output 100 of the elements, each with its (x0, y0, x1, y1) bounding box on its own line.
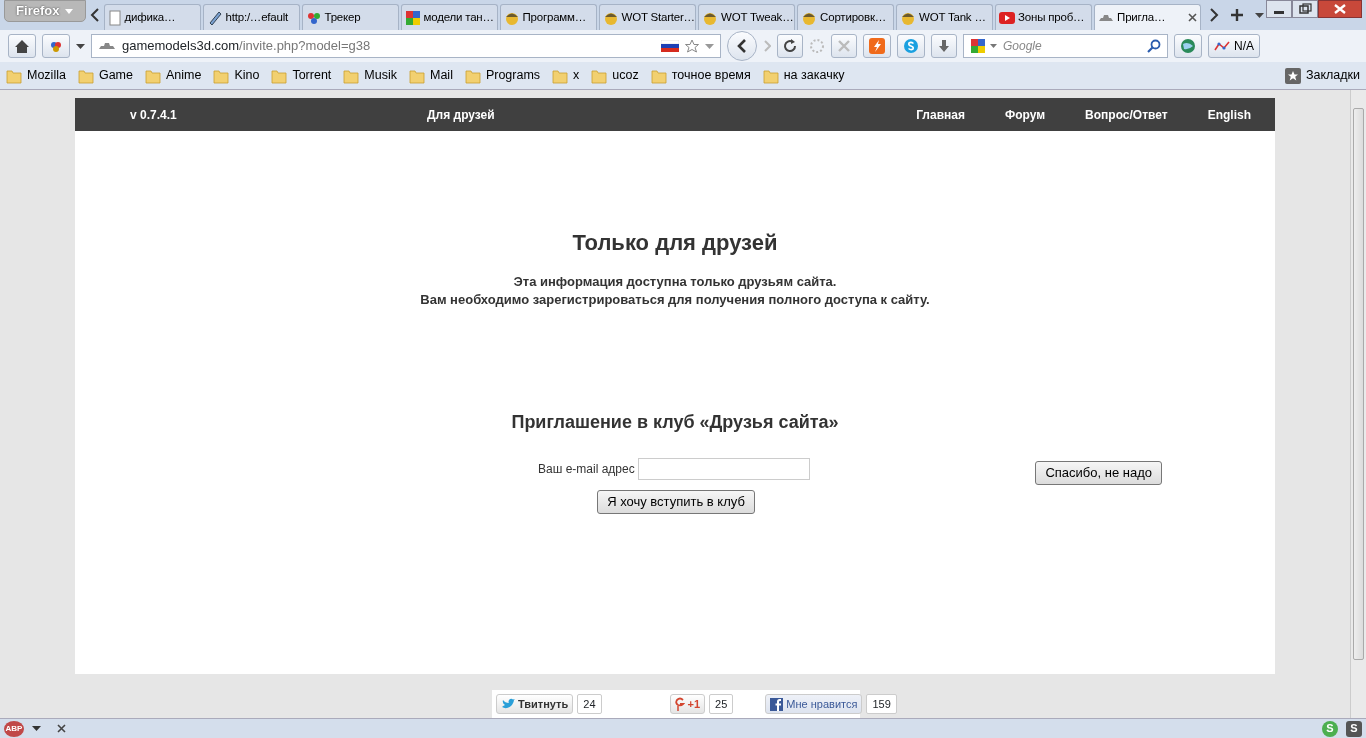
browser-tab[interactable]: Зоны проб… (995, 4, 1093, 30)
bookmarks-menu[interactable]: Закладки (1284, 66, 1360, 85)
folder-icon (464, 67, 481, 84)
home-icon (14, 38, 30, 54)
download-icon (937, 39, 951, 53)
invite-heading: Приглашение в клуб «Друзья сайта» (511, 411, 839, 434)
caret-icon[interactable] (32, 726, 41, 731)
scrollbar[interactable] (1350, 90, 1366, 718)
bookmark-folder[interactable]: Kino (213, 66, 260, 85)
rank-button[interactable]: N/A (1208, 34, 1260, 58)
tank-icon (1098, 12, 1115, 23)
document-icon (107, 9, 122, 26)
bookmark-folder[interactable]: Anime (144, 66, 202, 85)
page-heading: Только для друзей (572, 229, 778, 257)
addon-button[interactable] (42, 34, 70, 58)
home-button[interactable] (8, 34, 36, 58)
google-icon (970, 38, 986, 54)
share-count: 24 (577, 694, 602, 714)
star-icon[interactable] (685, 39, 699, 53)
folder-icon (144, 67, 161, 84)
browser-tab[interactable]: Пригла… (1094, 4, 1201, 30)
decline-button[interactable]: Спасибо, не надо (1035, 461, 1162, 485)
info-text: Вам необходимо зарегистрироваться для получения полного доступа к сайту. (420, 291, 930, 309)
info-text: Эта информация доступна только друзьям сайта. (513, 273, 837, 291)
bookmark-folder[interactable]: ucoz (591, 66, 639, 85)
globe-icon (1180, 38, 1196, 54)
browser-tab[interactable]: Программ… (499, 4, 597, 30)
bookmark-folder[interactable]: Mozilla (6, 66, 66, 85)
email-field[interactable] (637, 458, 810, 480)
folder-icon (409, 67, 425, 84)
twitter-share-button[interactable]: Твитнуть (496, 694, 574, 714)
bookmark-folder[interactable]: Musik (343, 66, 397, 85)
flag-icon (661, 40, 679, 52)
loading-icon (809, 38, 825, 54)
close-icon[interactable] (57, 724, 66, 733)
gplus-share-button[interactable]: +1 (669, 694, 706, 714)
google-icon (404, 9, 421, 26)
scroll-left-icon[interactable] (89, 8, 100, 22)
adblock-button[interactable]: ABP (4, 720, 24, 737)
folder-icon (552, 67, 569, 84)
minimize-icon[interactable] (1266, 0, 1292, 18)
folder-icon (650, 67, 667, 84)
addon-icon (48, 39, 64, 53)
reload-icon (783, 39, 797, 53)
caret-icon[interactable] (76, 43, 85, 49)
folder-icon (213, 67, 230, 84)
lightning-icon (869, 38, 885, 54)
email-label: Ваш e-mail адрес (538, 461, 635, 478)
caret-icon[interactable] (1255, 12, 1264, 18)
bookmark-folder[interactable]: Programs (464, 66, 541, 85)
folder-icon (762, 67, 779, 84)
browser-tab[interactable]: Сортировк… (797, 4, 895, 30)
bookmark-folder[interactable]: x (552, 66, 580, 85)
back-button[interactable] (727, 31, 757, 61)
browser-tab[interactable]: WOT Tank … (896, 4, 994, 30)
browser-tab[interactable]: Трекер (301, 4, 399, 30)
skype-status-icon[interactable]: S (1346, 720, 1362, 737)
search-bar[interactable]: Google (963, 34, 1168, 58)
browser-tab[interactable]: модели тан… (400, 4, 498, 30)
browser-tab[interactable]: http:/…efault (202, 4, 300, 30)
url-text: gamemodels3d.com/invite.php?model=g38 (122, 37, 371, 56)
browser-tab[interactable]: дифика… (103, 4, 201, 30)
nav-link[interactable]: English (1207, 105, 1251, 124)
stop-icon (837, 39, 851, 53)
restore-icon[interactable] (1292, 0, 1318, 18)
bird-icon (501, 698, 515, 710)
bookmark-folder[interactable]: Game (77, 66, 133, 85)
facebook-f-icon (770, 697, 784, 711)
lightning-button[interactable] (863, 34, 891, 58)
caret-icon (65, 8, 74, 14)
folder-icon (77, 67, 94, 84)
skype-button[interactable] (897, 34, 925, 58)
browser-tab[interactable]: WOT Starter… (598, 4, 697, 30)
globe-button[interactable] (1174, 34, 1202, 58)
close-icon[interactable] (1188, 13, 1197, 22)
tank-icon (98, 41, 116, 51)
address-bar[interactable]: gamemodels3d.com/invite.php?model=g38 (91, 34, 721, 58)
plus-icon[interactable] (1231, 9, 1243, 21)
scroll-right-icon[interactable] (1209, 8, 1219, 22)
search-icon[interactable] (1147, 39, 1161, 53)
skype-icon (903, 38, 919, 54)
caret-icon (990, 44, 997, 48)
nav-link[interactable]: Главная (916, 105, 965, 124)
bookmark-folder[interactable]: Mail (409, 66, 453, 85)
version-label: v 0.7.4.1 (130, 106, 178, 124)
facebook-share-button[interactable]: Мне нравится (765, 694, 863, 714)
close-icon[interactable] (1318, 0, 1362, 18)
nav-link[interactable]: Форум (1004, 105, 1046, 124)
join-button[interactable]: Я хочу вступить в клуб (597, 490, 755, 514)
bookmark-folder[interactable]: точное время (650, 66, 751, 85)
play-icon (999, 11, 1016, 24)
chart-icon (1214, 40, 1230, 52)
folder-icon (271, 67, 288, 84)
download-button[interactable] (931, 34, 957, 58)
nav-link[interactable]: Вопрос/Ответ (1085, 105, 1168, 124)
bookmark-folder[interactable]: Torrent (271, 66, 332, 85)
reload-button[interactable] (777, 34, 803, 58)
page-section-title: Для друзей (427, 106, 495, 124)
bookmark-folder[interactable]: на закачку (762, 66, 845, 85)
browser-tab[interactable]: WOT Tweak… (698, 4, 796, 30)
